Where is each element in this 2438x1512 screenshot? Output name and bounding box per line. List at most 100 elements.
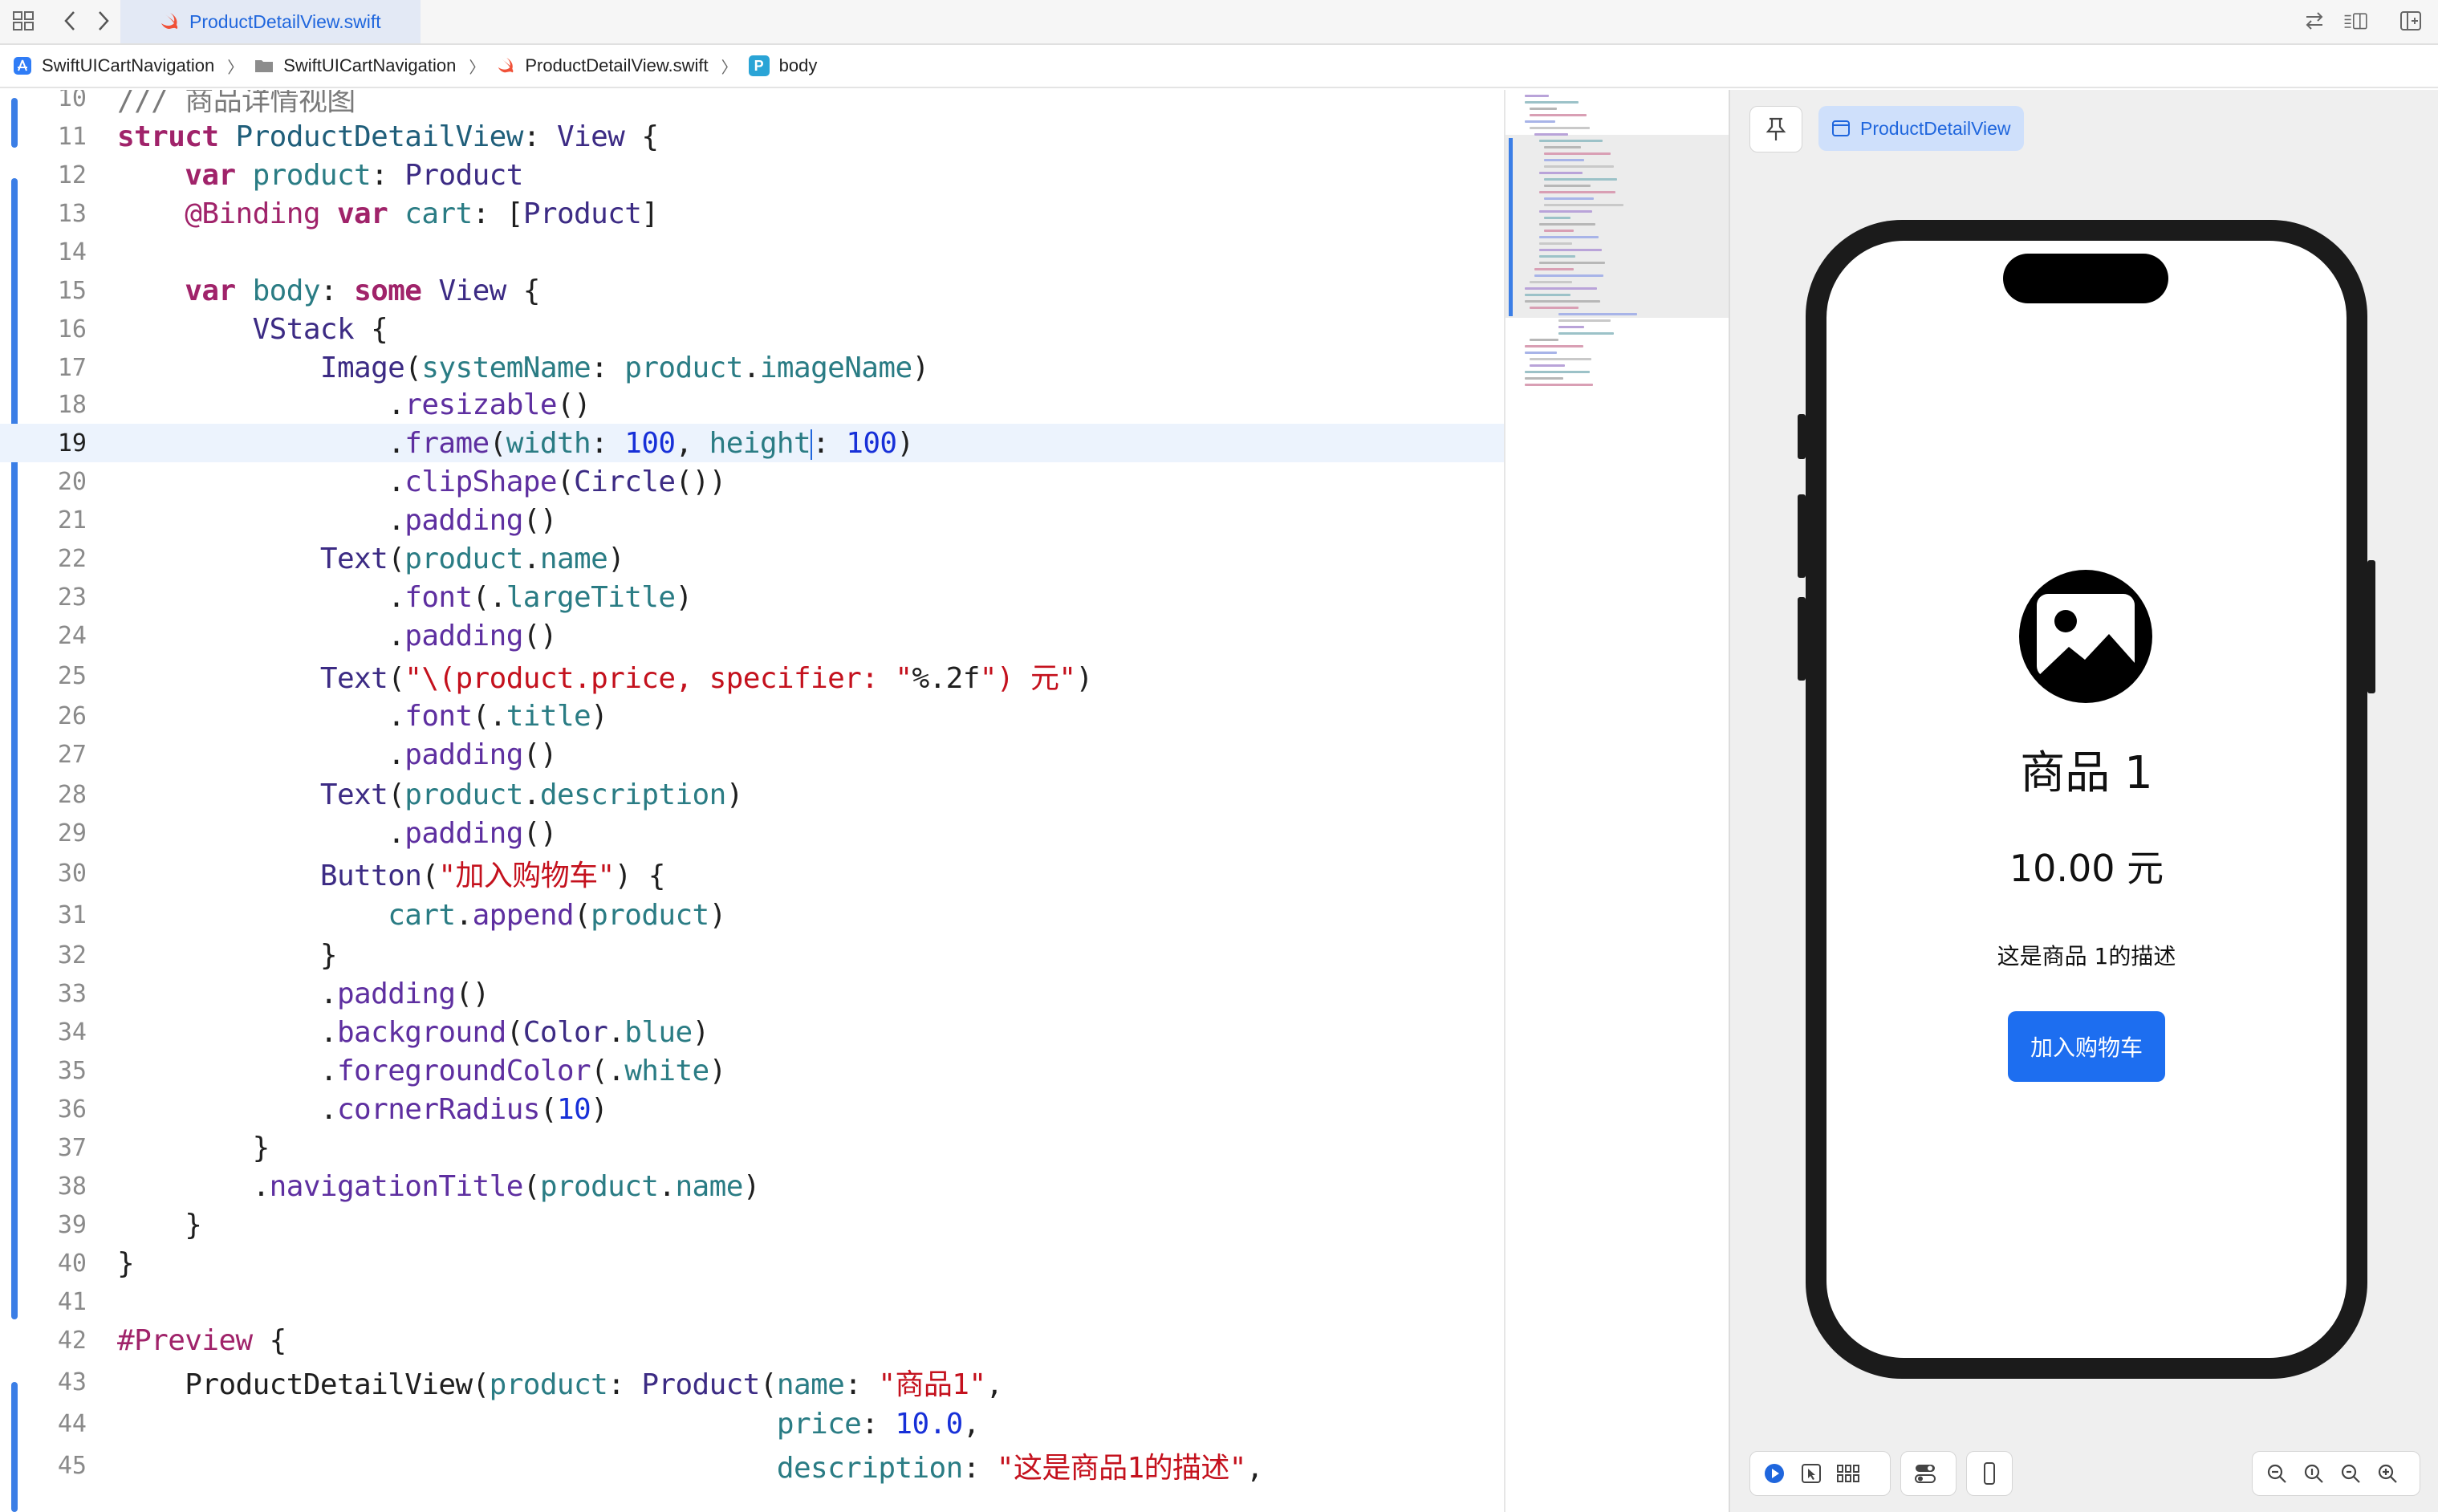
minimap-line: [1534, 268, 1574, 270]
minimap-line: [1539, 236, 1599, 238]
minimap-line: [1525, 345, 1583, 348]
code-line[interactable]: 16 VStack {: [0, 310, 1504, 348]
code-line[interactable]: 32 }: [0, 936, 1504, 974]
tab-bar: ProductDetailView.swift: [0, 0, 2438, 45]
code-line[interactable]: 25 Text("\(product.price, specifier: "%.…: [0, 656, 1504, 696]
forward-chevron-icon[interactable]: [90, 8, 116, 34]
code-text: Text(product.name): [319, 542, 625, 575]
variants-icon[interactable]: [1834, 1459, 1863, 1488]
breadcrumb-file[interactable]: ProductDetailView.swift: [496, 55, 709, 76]
code-line[interactable]: 29 .padding(): [0, 814, 1504, 852]
code-line[interactable]: 43 ProductDetailView(product: Product(na…: [0, 1363, 1504, 1402]
code-text: .font(.largeTitle): [117, 580, 693, 614]
line-number: 15: [57, 276, 87, 305]
line-number: 21: [57, 506, 87, 534]
line-number: 25: [57, 661, 87, 690]
code-line[interactable]: 31 cart.append(product): [0, 896, 1504, 934]
code-text: Button("加入购物车") {: [319, 860, 666, 892]
minimap-line: [1525, 300, 1600, 303]
minimap-line: [1544, 197, 1594, 200]
code-editor[interactable]: 10 /// 商品详情视图 11 struct ProductDetailView: …: [0, 90, 1504, 1512]
code-line[interactable]: 26 .font(.title): [0, 697, 1504, 735]
code-text: .padding(): [117, 816, 557, 850]
live-preview-icon[interactable]: [1760, 1459, 1789, 1488]
device-action-button: [1798, 414, 1806, 459]
code-line[interactable]: 33 .padding(): [0, 974, 1504, 1013]
selectable-icon[interactable]: [1797, 1459, 1826, 1488]
zoom-fit-icon[interactable]: [2336, 1459, 2365, 1488]
minimap-viewport[interactable]: [1505, 135, 1730, 318]
code-line[interactable]: 24 .padding(): [0, 616, 1504, 655]
code-line[interactable]: 45 description: "这是商品1的描述",: [0, 1446, 1504, 1486]
preview-window-icon: [1832, 120, 1850, 136]
breadcrumb-symbol[interactable]: P body: [748, 55, 818, 76]
preview-selector[interactable]: ProductDetailView: [1818, 106, 2024, 151]
code-line[interactable]: 28 Text(product.description): [0, 775, 1504, 814]
code-line[interactable]: 42 #Preview {: [0, 1321, 1504, 1360]
code-line[interactable]: 37 }: [0, 1128, 1504, 1167]
code-line[interactable]: 36 .cornerRadius(10): [0, 1090, 1504, 1128]
breadcrumb-folder[interactable]: SwiftUICartNavigation: [254, 55, 456, 76]
pin-icon: [1766, 117, 1786, 140]
code-text: description: "这是商品1的描述",: [776, 1452, 1264, 1485]
zoom-in-icon[interactable]: [2373, 1459, 2402, 1488]
minimap-line: [1539, 262, 1605, 264]
code-text: .clipShape(Circle()): [117, 465, 726, 498]
code-line[interactable]: 21 .padding(): [0, 501, 1504, 539]
minimap-line: [1544, 159, 1584, 161]
swap-icon[interactable]: [2302, 8, 2327, 34]
code-line[interactable]: 15 var body: some View {: [0, 271, 1504, 310]
code-text: var product: Product: [185, 158, 523, 192]
code-line[interactable]: 23 .font(.largeTitle): [0, 578, 1504, 616]
zoom-out-icon[interactable]: [2262, 1459, 2291, 1488]
zoom-100-icon[interactable]: [2299, 1459, 2328, 1488]
minimap-line: [1530, 127, 1590, 129]
breadcrumb-project[interactable]: SwiftUICartNavigation: [13, 55, 214, 76]
code-line[interactable]: 13 @Binding var cart: [Product]: [0, 194, 1504, 233]
code-line[interactable]: 22 Text(product.name): [0, 539, 1504, 578]
device-settings-icon[interactable]: [1911, 1459, 1940, 1488]
pin-button[interactable]: [1749, 106, 1802, 152]
device-side-button: [2367, 560, 2375, 693]
code-line[interactable]: 41: [0, 1282, 1504, 1321]
code-line[interactable]: 40}: [0, 1244, 1504, 1282]
minimap-line: [1544, 165, 1614, 168]
code-line[interactable]: 20 .clipShape(Circle()): [0, 462, 1504, 501]
code-line[interactable]: 18 .resizable(): [0, 385, 1504, 424]
code-line[interactable]: 19 .frame(width: 100, height: 100): [0, 424, 1504, 462]
code-line[interactable]: 10 /// 商品详情视图: [0, 90, 1504, 117]
back-chevron-icon[interactable]: [58, 8, 83, 34]
code-line[interactable]: 35 .foregroundColor(.white): [0, 1051, 1504, 1090]
code-line[interactable]: 17 Image(systemName: product.imageName): [0, 348, 1504, 387]
code-line[interactable]: 12 var product: Product: [0, 156, 1504, 194]
code-text: VStack {: [252, 312, 388, 346]
dynamic-island: [2003, 254, 2168, 303]
code-text: .padding(): [117, 619, 557, 652]
preview-selector-label: ProductDetailView: [1860, 117, 2011, 139]
minimap-line: [1539, 242, 1572, 245]
code-line[interactable]: 34 .background(Color.blue): [0, 1013, 1504, 1051]
tab-productdetailview[interactable]: ProductDetailView.swift: [120, 0, 421, 43]
code-line[interactable]: 44 price: 10.0,: [0, 1404, 1504, 1443]
swift-file-icon: [161, 13, 178, 29]
line-number: 44: [57, 1409, 87, 1438]
add-editor-icon[interactable]: [2398, 8, 2424, 34]
line-number: 24: [57, 621, 87, 650]
minimap-line: [1530, 114, 1587, 116]
code-line[interactable]: 39 }: [0, 1205, 1504, 1244]
code-line[interactable]: 27 .padding(): [0, 735, 1504, 774]
code-line[interactable]: 11 struct ProductDetailView: View {: [0, 117, 1504, 156]
add-to-cart-button[interactable]: 加入购物车: [2008, 1011, 2165, 1082]
device-settings-group: [1900, 1451, 1956, 1496]
breadcrumb-symbol-label: body: [778, 55, 818, 75]
code-line[interactable]: 30 Button("加入购物车") {: [0, 854, 1504, 893]
minimap-line: [1544, 146, 1581, 148]
grid-icon[interactable]: [11, 8, 37, 34]
device-icon[interactable]: [1977, 1459, 2002, 1488]
code-line[interactable]: 14: [0, 233, 1504, 271]
code-line[interactable]: 38 .navigationTitle(product.name): [0, 1167, 1504, 1205]
minimap[interactable]: [1504, 90, 1730, 1512]
code-text: .padding(): [117, 738, 557, 771]
minimap-line: [1530, 281, 1572, 283]
editor-options-icon[interactable]: [2343, 8, 2369, 34]
